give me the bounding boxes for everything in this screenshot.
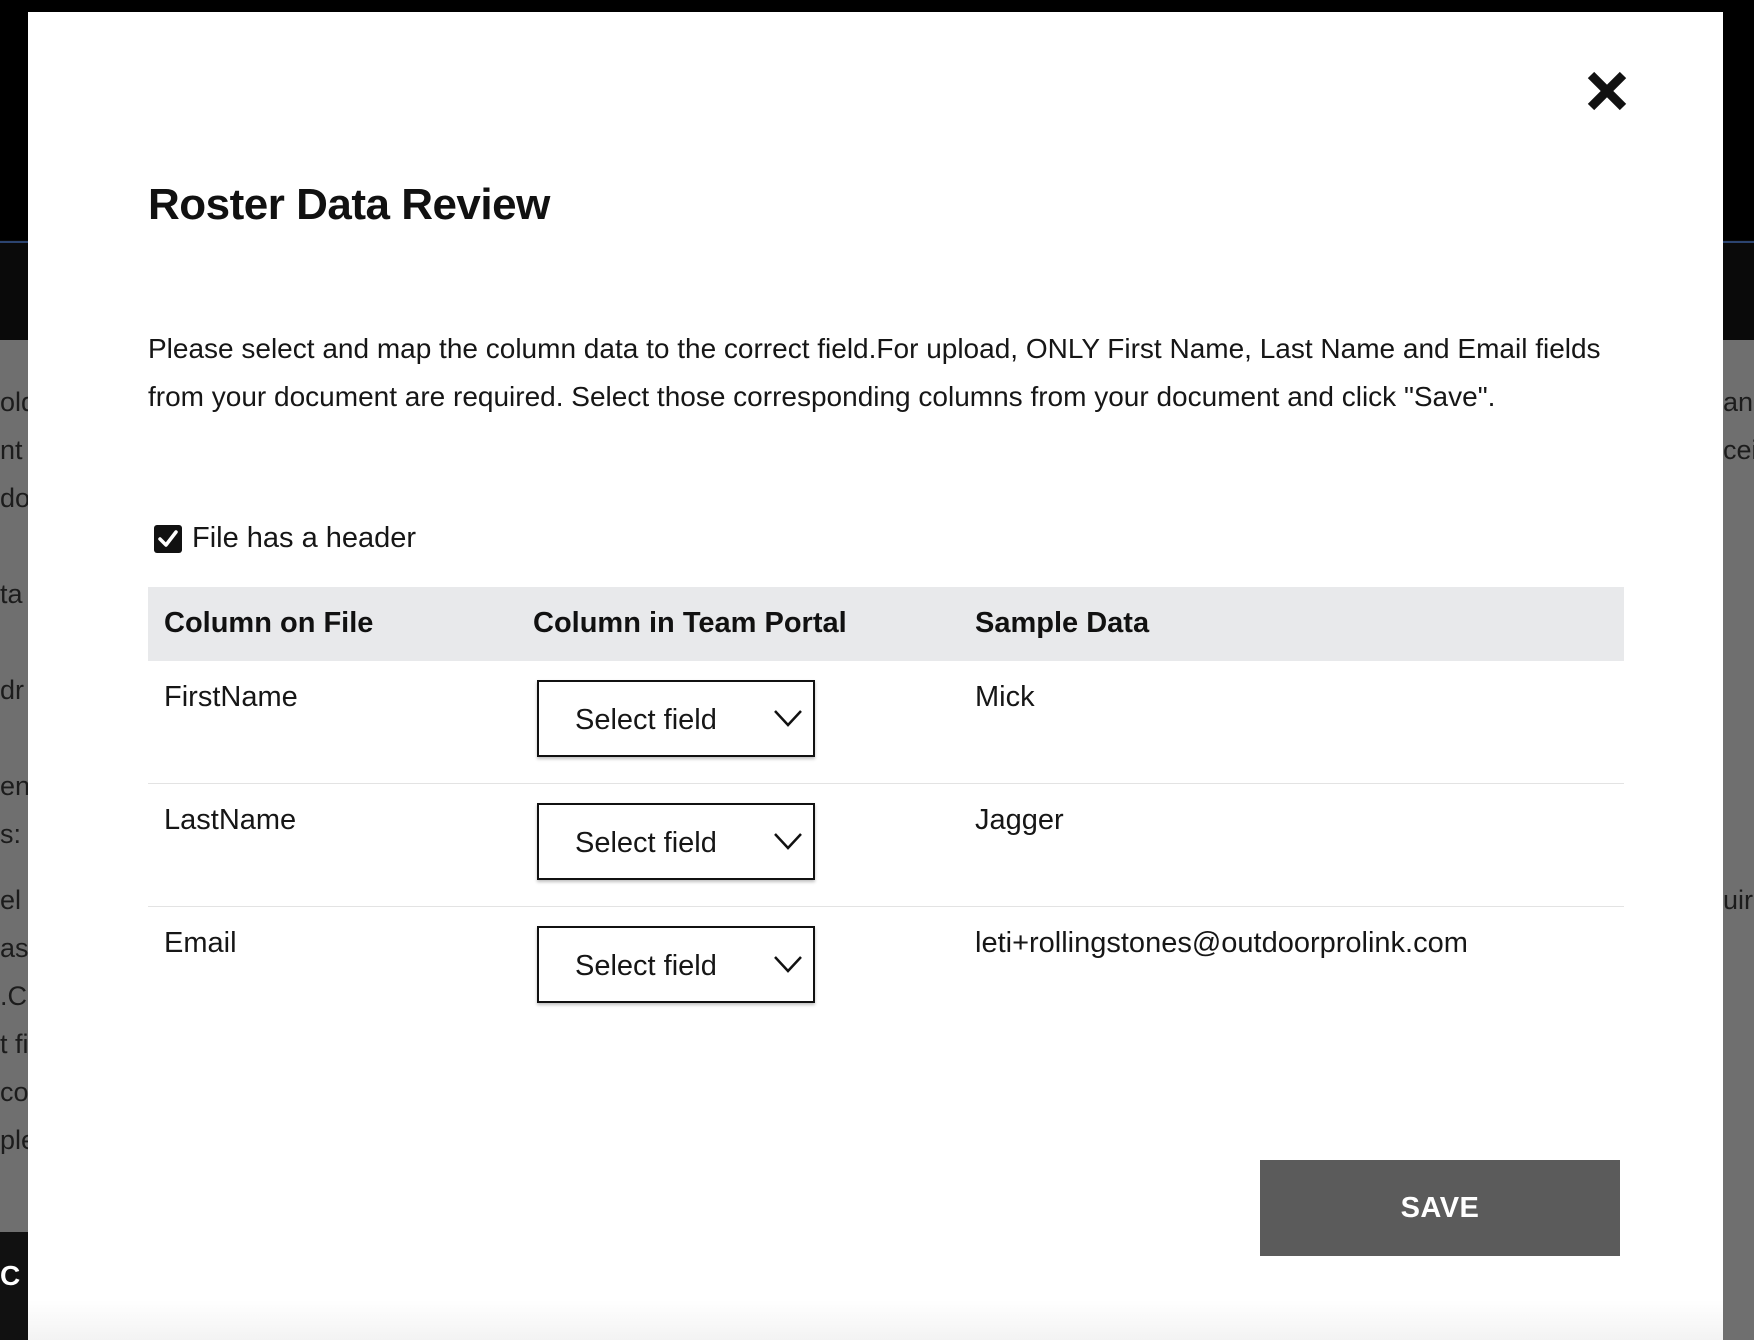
file-column-name: Email	[164, 927, 237, 959]
background-text-fragment: s:	[0, 821, 22, 848]
file-column-name: FirstName	[164, 681, 298, 713]
select-value: Select field	[575, 950, 717, 982]
background-text-fragment: an	[1723, 389, 1754, 416]
table-row: LastName Select field Jagger	[148, 784, 1624, 907]
table-row: FirstName Select field Mick	[148, 661, 1624, 784]
table-row: Email Select field leti+rollingstones@ou…	[148, 907, 1624, 1029]
table-header-row: Column on File Column in Team Portal Sam…	[148, 587, 1624, 661]
background-text-fragment: cei	[1723, 437, 1754, 464]
field-select-dropdown[interactable]: Select field	[537, 926, 815, 1003]
sample-data-value: leti+rollingstones@outdoorprolink.com	[975, 927, 1468, 959]
header-column-on-file: Column on File	[164, 607, 374, 639]
checkbox-box[interactable]	[154, 524, 182, 553]
select-value: Select field	[575, 704, 717, 736]
close-button[interactable]	[1576, 60, 1638, 122]
field-select-dropdown[interactable]: Select field	[537, 803, 815, 880]
column-mapping-table: Column on File Column in Team Portal Sam…	[148, 587, 1624, 1029]
select-value: Select field	[575, 827, 717, 859]
background-text-fragment: ple	[0, 1127, 28, 1154]
background-text-fragment: do	[0, 485, 28, 512]
file-column-name: LastName	[164, 804, 297, 836]
file-has-header-checkbox[interactable]: File has a header	[154, 522, 416, 555]
header-sample-data: Sample Data	[975, 607, 1150, 639]
background-text-fragment: old	[0, 389, 28, 416]
background-text-fragment: dr	[0, 677, 25, 704]
background-text-fragment: el	[0, 887, 22, 914]
background-text-fragment: nt	[0, 437, 23, 464]
background-text-fragment: C	[0, 1262, 21, 1290]
field-select-dropdown[interactable]: Select field	[537, 680, 815, 757]
chevron-down-icon	[774, 833, 802, 850]
modal-bottom-shade	[28, 1300, 1723, 1340]
background-text-fragment: ta	[0, 581, 23, 608]
close-icon	[1587, 71, 1627, 111]
sample-data-value: Jagger	[975, 804, 1064, 836]
background-text-fragment: co	[0, 1079, 28, 1106]
background-text-fragment: .C	[0, 983, 27, 1010]
header-column-in-team-portal: Column in Team Portal	[533, 607, 847, 639]
background-text-fragment: uir	[1723, 887, 1754, 914]
checkbox-label: File has a header	[192, 522, 417, 554]
checkmark-icon	[158, 529, 178, 547]
background-text-fragment: t fi	[0, 1031, 28, 1058]
roster-review-modal: Roster Data Review Please select and map…	[28, 12, 1723, 1340]
chevron-down-icon	[774, 956, 802, 973]
background-text-fragment: as	[0, 935, 28, 962]
modal-description: Please select and map the column data to…	[148, 333, 1601, 412]
background-text-fragment: en	[0, 773, 28, 800]
chevron-down-icon	[774, 710, 802, 727]
save-button[interactable]: SAVE	[1260, 1160, 1620, 1256]
modal-title: Roster Data Review	[148, 180, 550, 229]
sample-data-value: Mick	[975, 681, 1035, 713]
